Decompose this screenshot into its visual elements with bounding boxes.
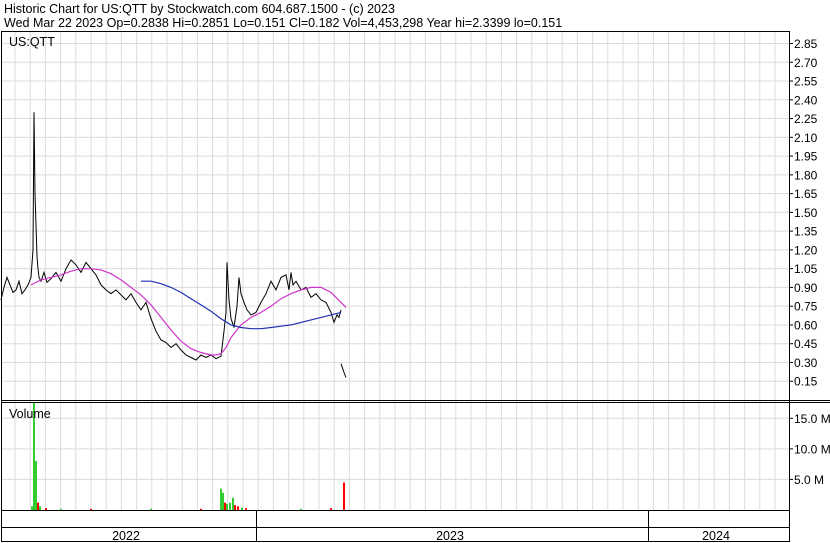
volume-bar — [229, 502, 231, 510]
y-tick-label: 2.85 — [794, 37, 818, 51]
y-tick-label: 2.40 — [794, 93, 818, 107]
y-tick-label: 1.65 — [794, 187, 818, 201]
y-tick-label: 0.75 — [794, 300, 818, 314]
y-tick-label: 1.35 — [794, 225, 818, 239]
volume-bar — [35, 461, 37, 510]
y-tick-label: 1.05 — [794, 262, 818, 276]
volume-label: Volume — [9, 407, 51, 421]
volume-bar — [300, 508, 302, 510]
price-grid — [1, 31, 789, 400]
volume-bars — [31, 403, 345, 510]
y-tick-label: 0.30 — [794, 356, 818, 370]
y-tick-label: 1.50 — [794, 206, 818, 220]
volume-tick-label: 10.0 M — [794, 442, 830, 456]
y-tick-label: 2.10 — [794, 131, 818, 145]
y-tick-label: 0.90 — [794, 281, 818, 295]
volume-bar — [150, 508, 152, 510]
volume-bar — [241, 507, 243, 510]
volume-bar — [224, 502, 226, 510]
year-label: 2023 — [436, 529, 464, 543]
year-label: 2024 — [702, 529, 730, 543]
volume-tick-label: 5.0 M — [794, 473, 824, 487]
y-tick-label: 0.15 — [794, 375, 818, 389]
year-label: 2022 — [112, 529, 140, 543]
price-line-3 — [141, 280, 342, 330]
chart-frame — [1, 31, 830, 542]
y-tick-label: 0.60 — [794, 318, 818, 332]
price-line-2 — [30, 268, 347, 356]
volume-bar — [90, 508, 92, 510]
volume-tick-label: 15.0 M — [794, 412, 830, 426]
volume-bar — [226, 503, 228, 510]
volume-bar — [220, 488, 222, 510]
price-series — [0, 112, 347, 378]
volume-bar — [200, 508, 202, 510]
price-line-0 — [0, 112, 342, 361]
y-tick-label: 2.70 — [794, 56, 818, 70]
historic-chart: 2.85 2.70 2.55 2.40 2.25 2.10 1.95 1.80 1.65 1.50… — [0, 31, 830, 543]
price-line-1 — [340, 363, 347, 378]
y-tick-label: 1.95 — [794, 150, 818, 164]
volume-bar — [330, 508, 332, 510]
y-tick-label: 1.80 — [794, 168, 818, 182]
volume-bar — [237, 506, 239, 510]
volume-bar — [45, 508, 47, 510]
y-tick-label: 2.55 — [794, 75, 818, 89]
volume-bar — [39, 506, 41, 510]
volume-bar — [60, 508, 62, 510]
y-tick-label: 2.25 — [794, 112, 818, 126]
volume-bar — [222, 492, 224, 510]
volume-bar — [245, 508, 247, 510]
volume-bar — [31, 506, 33, 510]
volume-bar — [343, 482, 345, 510]
y-tick-label: 0.45 — [794, 337, 818, 351]
volume-bar — [232, 497, 234, 510]
y-tick-label: 1.20 — [794, 243, 818, 257]
volume-grid — [1, 401, 789, 510]
volume-bar — [37, 502, 39, 510]
volume-bar — [234, 505, 236, 510]
symbol-label: US:QTT — [9, 35, 55, 49]
